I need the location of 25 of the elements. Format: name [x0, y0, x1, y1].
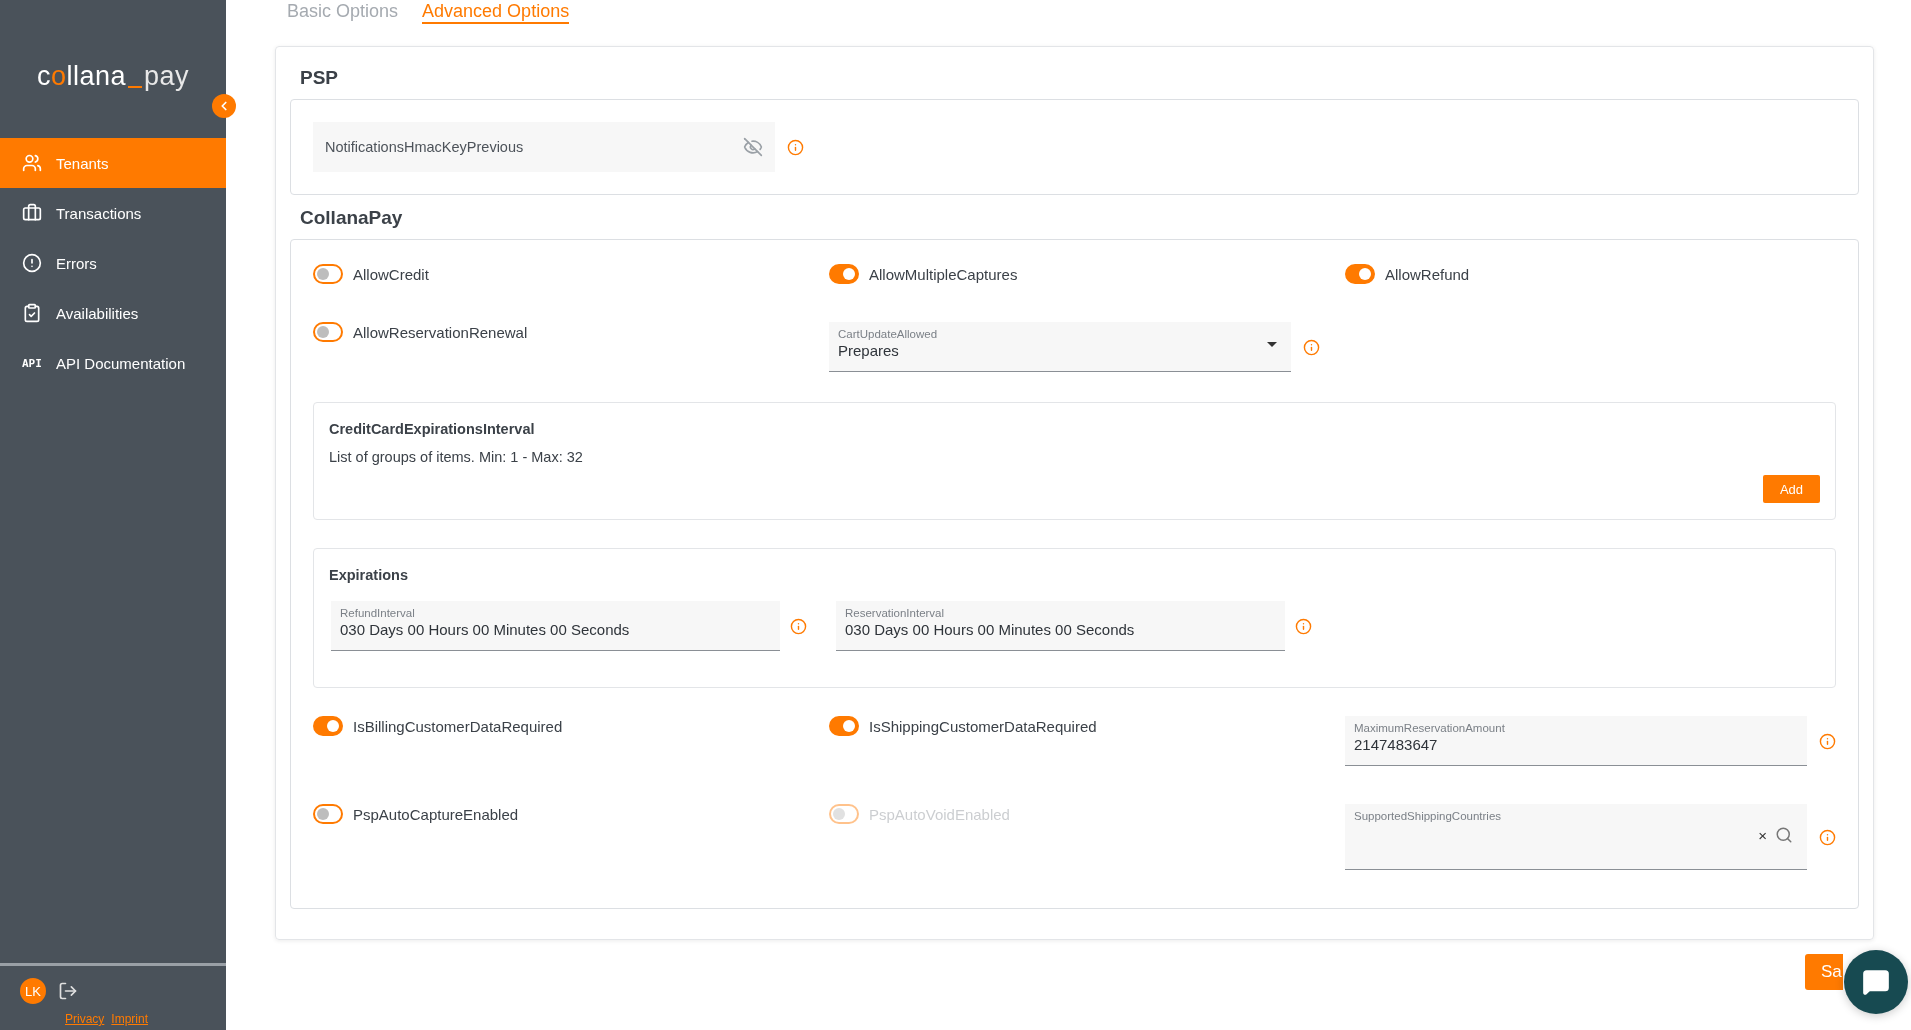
input-field[interactable]: MaximumReservationAmount 2147483647 — [1345, 716, 1807, 766]
clear-button[interactable]: × — [1758, 826, 1767, 844]
input-field[interactable]: RefundInterval 030 Days 00 Hours 00 Minutes 00 Seconds — [331, 601, 780, 651]
section-title: CollanaPay — [299, 206, 404, 230]
search-field[interactable]: SupportedShippingCountries × — [1345, 804, 1807, 870]
nav-item[interactable]: API API Documentation — [0, 338, 226, 388]
dropdown-field[interactable]: CartUpdateAllowed Prepares — [829, 322, 1291, 372]
toggle-label: AllowRefund — [1385, 265, 1470, 283]
input-field[interactable]: ReservationInterval 030 Days 00 Hours 00 Minutes 00 Seconds — [836, 601, 1285, 651]
api-icon: API — [22, 356, 42, 370]
section-title: PSP — [299, 66, 340, 90]
toggle-label: IsShippingCustomerDataRequired — [869, 717, 1097, 735]
toggle-label: AllowReservationRenewal — [353, 323, 528, 341]
nav-item[interactable]: Availabilities — [0, 288, 226, 338]
toggle-label: PspAutoCaptureEnabled — [353, 805, 519, 823]
group-description: List of groups of items. Min: 1 - Max: 32 — [329, 449, 584, 465]
toggle-label: AllowCredit — [353, 265, 429, 283]
group-title: Expirations — [329, 567, 409, 583]
nav-item[interactable]: Transactions — [0, 188, 226, 238]
logo: collana pay — [35, 60, 191, 92]
toggle-label: AllowMultipleCaptures — [869, 265, 1018, 283]
nav-item[interactable]: Errors — [0, 238, 226, 288]
group-title: CreditCardExpirationsInterval — [329, 421, 536, 437]
password-field[interactable]: NotificationsHmacKeyPrevious — [313, 122, 775, 172]
toggle-label: IsBillingCustomerDataRequired — [353, 717, 563, 735]
